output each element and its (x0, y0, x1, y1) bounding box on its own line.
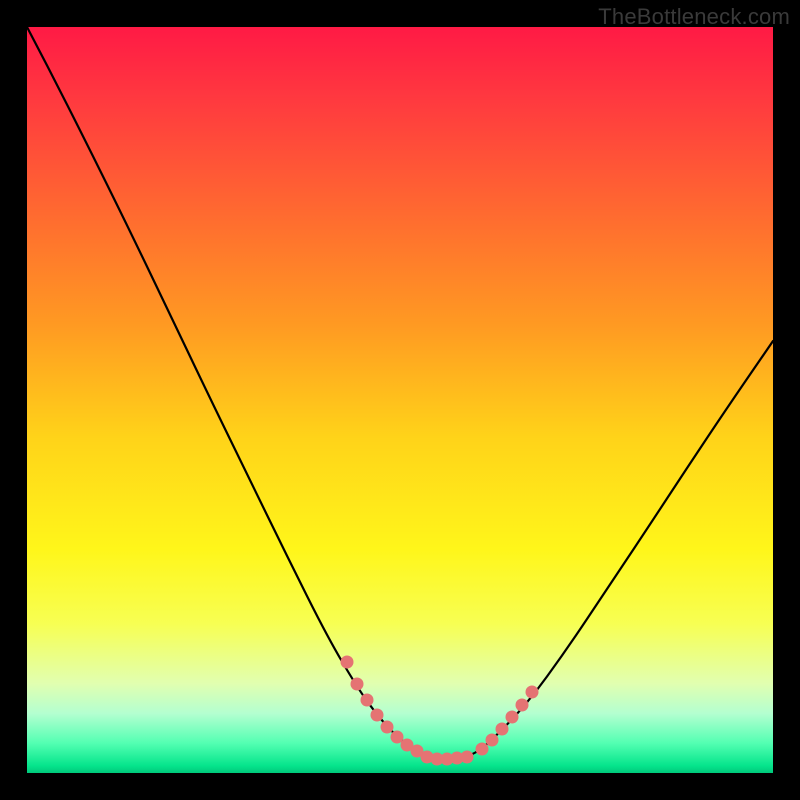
highlight-dot (526, 686, 539, 699)
highlight-dot (381, 721, 394, 734)
bottleneck-curve-svg (27, 27, 773, 773)
highlight-dot (496, 723, 509, 736)
plot-area (27, 27, 773, 773)
highlight-dot (476, 743, 489, 756)
highlight-dot (506, 711, 519, 724)
bottleneck-curve-path (27, 27, 773, 759)
highlight-dot (351, 678, 364, 691)
frame-background: TheBottleneck.com (0, 0, 800, 800)
highlight-dot (516, 699, 529, 712)
highlight-dot (486, 734, 499, 747)
highlight-dot (341, 656, 354, 669)
highlight-dot (371, 709, 384, 722)
highlight-dot (461, 751, 474, 764)
watermark-credit: TheBottleneck.com (598, 4, 790, 30)
highlight-markers (341, 656, 539, 766)
highlight-dot (361, 694, 374, 707)
